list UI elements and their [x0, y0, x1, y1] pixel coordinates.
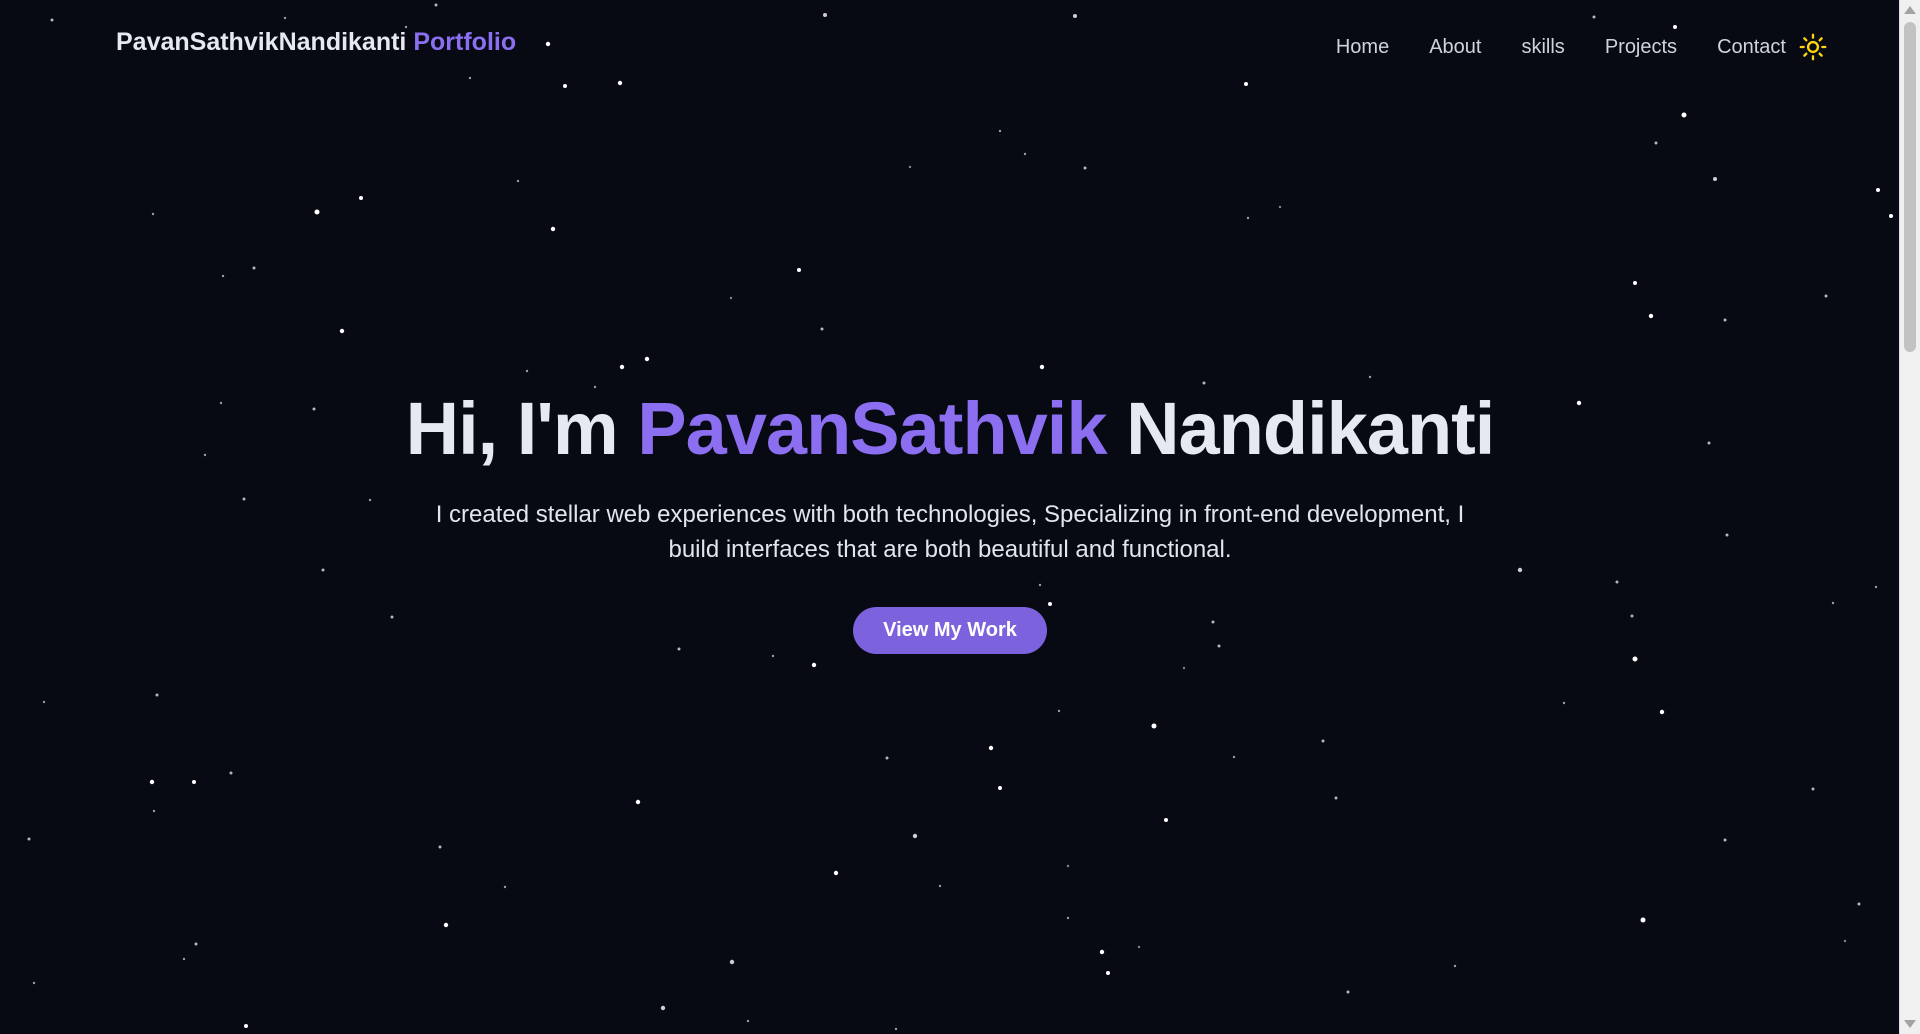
scroll-down-arrow-icon[interactable] — [1904, 1020, 1916, 1028]
hero-last-name: Nandikanti — [1126, 387, 1495, 470]
hero-section: Hi, I'm PavanSathvik Nandikanti I create… — [0, 386, 1900, 654]
hero-subtitle: I created stellar web experiences with b… — [435, 501, 1465, 563]
site-logo[interactable]: PavanSathvikNandikanti Portfolio — [116, 28, 516, 57]
view-my-work-button[interactable]: View My Work — [853, 607, 1047, 654]
scrollbar-thumb[interactable] — [1904, 22, 1916, 352]
nav-link-home[interactable]: Home — [1336, 36, 1389, 59]
sun-icon — [1799, 33, 1827, 61]
vertical-scrollbar[interactable] — [1899, 0, 1920, 1034]
nav-links: Home About skills Projects Contact — [1336, 32, 1828, 62]
theme-toggle-button[interactable] — [1798, 32, 1828, 62]
hero-title: Hi, I'm PavanSathvik Nandikanti — [0, 386, 1900, 471]
logo-accent: Portfolio — [413, 28, 517, 56]
top-navbar: PavanSathvikNandikanti Portfolio Home Ab… — [0, 0, 1900, 90]
nav-link-skills[interactable]: skills — [1521, 36, 1564, 59]
page: PavanSathvikNandikanti Portfolio Home Ab… — [0, 0, 1920, 1034]
nav-link-projects[interactable]: Projects — [1605, 36, 1677, 59]
scroll-up-arrow-icon[interactable] — [1904, 6, 1916, 14]
nav-link-about[interactable]: About — [1429, 36, 1481, 59]
hero-first-name: PavanSathvik — [637, 387, 1107, 470]
nav-link-contact[interactable]: Contact — [1717, 36, 1786, 59]
logo-name: PavanSathvikNandikanti — [116, 28, 407, 56]
hero-greeting: Hi, I'm — [405, 387, 619, 470]
